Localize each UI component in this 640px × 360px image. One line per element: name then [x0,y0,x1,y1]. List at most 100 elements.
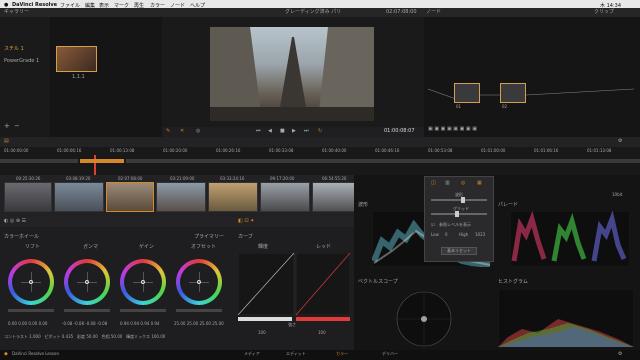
popup-grid-slider-thumb[interactable] [455,211,459,217]
clip-thumbnail[interactable] [156,182,206,212]
curve-tab-red[interactable]: レッド [316,245,331,250]
clip-timecode: 09:17:20:00 [270,176,295,181]
popup-ref-checkbox[interactable]: ☑ [431,223,435,227]
app-menu[interactable]: DaVinci Resolve [12,2,57,8]
playhead[interactable] [94,155,96,175]
curve-tab-luma[interactable]: 輝度 [258,245,268,250]
bypass-icon[interactable]: ✕ [180,129,184,134]
clip-thumbnail[interactable] [208,182,258,212]
offset-values: 25.00 25.00 25.00 25.00 [174,322,224,326]
primary-label[interactable]: プライマリー [194,235,224,240]
apple-icon[interactable]: ● [4,2,8,8]
curve-graph[interactable] [238,253,350,315]
mac-menubar: ● DaVinci Resolve ファイル 編集 表示 マーク 再生 カラー … [0,0,640,9]
waveform-title: 波形 [358,202,369,208]
node-01[interactable] [454,83,480,103]
lift-slider[interactable] [8,309,54,312]
ruler-tick: 01:01:00:00 [481,148,506,153]
top-header: ギャラリー グレーディング済み パリ 02:07:08:00 ノード クリップ [0,8,640,17]
first-frame-icon[interactable]: ⏮ [256,129,261,134]
node-02[interactable] [500,83,526,103]
lift-wheel[interactable] [8,259,54,305]
gamma-wheel[interactable] [64,259,110,305]
node-tools-icons[interactable]: ▣ ▣ ▣ ▣ ▣ ▣ ▣ ▣ [428,127,477,132]
popup-low-value[interactable]: 0 [445,233,448,237]
ruler-tick: 01:00:20:00 [163,148,188,153]
scope-settings-popup: ◫ ▥ ◎ ▦ 波形 グリッド ☑ 参照レベルを表示 Low 0 High 10… [424,176,494,262]
viewer-image[interactable] [210,27,374,121]
popup-waveform-slider[interactable] [431,199,487,201]
clip-thumbnail-selected[interactable] [106,182,154,212]
viewer-timecode-top: 02:07:08:00 [386,9,417,15]
red-strength-bar[interactable] [296,317,350,321]
contrast-value[interactable]: コントラスト 1.000 [4,334,41,339]
clip-thumbnail[interactable] [54,182,104,212]
hue-value[interactable]: 色相 50.00 [102,334,123,339]
wheel-name: ゲイン [139,244,154,250]
transport-bar: ✎ ✕ ◎ ⏮ ◀ ■ ▶ ⏭ ↻ 01:00:08:07 [162,127,424,137]
offset-slider[interactable] [176,309,222,312]
play-icon[interactable]: ▶ [292,129,296,134]
clip-timecode: 03:08:19:20 [66,176,91,181]
tab-deliver[interactable]: デリバー [382,352,398,356]
gallery-panel: スチル 1 PowerGrade 1 1.1.1 + − [0,17,162,137]
lum-mix-value[interactable]: 輝度ミックス 100.00 [126,334,165,339]
stop-icon[interactable]: ■ [280,129,285,134]
saturation-value[interactable]: 彩度 50.00 [77,334,98,339]
tab-color[interactable]: カラー [336,352,348,356]
tab-edit[interactable]: エディット [286,352,306,356]
scopes-lower: ベクトルスコープ ヒストグラム [354,275,640,350]
settings-icon[interactable]: ⚙ [618,352,622,357]
add-icon[interactable]: + [4,123,10,130]
popup-hist-button[interactable]: ▦ [477,181,482,186]
gain-slider[interactable] [120,309,166,312]
wheel-name: オフセット [191,244,217,250]
popup-waveform-slider-thumb[interactable] [461,197,465,203]
mini-timeline[interactable]: 01:00:00:00 01:00:06:16 01:00:13:08 01:0… [0,147,640,175]
color-wheels-panel: カラーホイール プライマリー リフト ガンマ ゲイン オフセット 0.00 0.… [0,227,234,350]
curves-icons[interactable]: ◧ ⊡ ✦ [238,219,254,224]
tool-icon[interactable]: ✎ [166,129,170,134]
popup-parade-button[interactable]: ▥ [445,181,450,186]
clip-timecode: 00:25:30:26 [16,176,41,181]
gallery-title: ギャラリー [4,9,30,15]
gain-wheel[interactable] [120,259,166,305]
last-frame-icon[interactable]: ⏭ [304,129,309,134]
timeline-toolbar: ▤ ⚙ [0,137,640,147]
scope-resolution[interactable]: 10bit [612,193,622,197]
curves-panel: カーブ 輝度 レッド 強さ 100 100 [234,227,354,350]
popup-grid-slider[interactable] [431,213,487,215]
rewind-icon[interactable]: ◀ [268,129,272,134]
remove-icon[interactable]: − [14,123,20,130]
popup-ref-label: 参照レベルを表示 [439,222,471,227]
pivot-value[interactable]: ピボット 0.435 [44,334,73,339]
value: 0.94 [120,321,129,326]
offset-wheel[interactable] [176,259,222,305]
timeline-icon[interactable]: ▤ [4,139,9,144]
gamma-slider[interactable] [64,309,110,312]
album-powergrade[interactable]: PowerGrade 1 [4,59,39,64]
luma-strength-bar[interactable] [238,317,292,321]
loop-icon[interactable]: ◎ [196,129,200,134]
popup-waveform-button[interactable]: ◫ [431,181,436,186]
clip-thumbnail[interactable] [312,182,358,212]
vectorscope-title: ベクトルスコープ [358,279,398,285]
clip-thumbnail[interactable] [260,182,310,212]
vectorscope [396,291,452,347]
palette-icons[interactable]: ◐ ◎ ⊕ ☰ [4,219,26,224]
album-stills[interactable]: スチル 1 [4,47,24,52]
ruler-tick: 01:00:33:08 [269,148,294,153]
value: 25.00 [174,321,186,326]
still-thumbnail[interactable] [56,46,97,72]
parade-scope [510,211,630,267]
popup-vector-button[interactable]: ◎ [461,181,465,186]
clip-thumbnail[interactable] [4,182,52,212]
popup-reset-button[interactable]: 基本リセット [441,247,477,255]
repeat-icon[interactable]: ↻ [318,129,322,134]
popup-high-value[interactable]: 1023 [475,233,485,237]
value: 0.94 [130,321,140,326]
node-01-label: 01 [456,104,462,109]
parade-title: パレード [498,202,519,208]
tab-media[interactable]: メディア [244,352,260,356]
timeline-settings-icon[interactable]: ⚙ [618,139,622,144]
